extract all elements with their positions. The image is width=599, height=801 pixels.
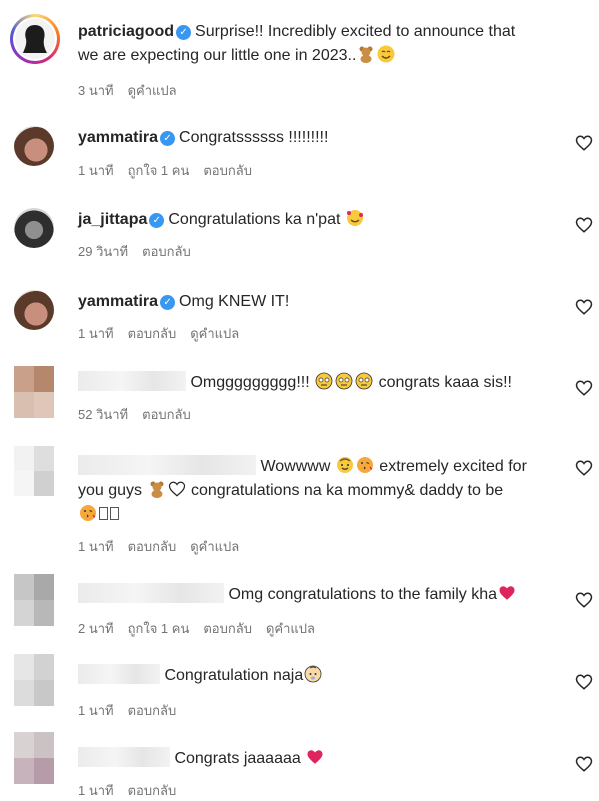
comment-time[interactable]: 2 นาที xyxy=(78,621,114,636)
teddy-bear-icon xyxy=(359,46,373,63)
comment-item: Wowwww extremely excited for you guys co… xyxy=(0,446,599,556)
caption-text-line2: we are expecting our little one in 2023.… xyxy=(78,47,357,64)
heart-icon[interactable] xyxy=(575,298,593,316)
heart-icon[interactable] xyxy=(575,134,593,152)
heart-icon[interactable] xyxy=(575,673,593,691)
avatar[interactable] xyxy=(14,208,54,248)
comment-username[interactable]: yammatira xyxy=(78,293,158,310)
smiling-face-with-hearts-icon xyxy=(346,210,363,226)
comment-text-line2: you guys xyxy=(78,482,143,499)
comment-item: Congratulation naja 1 นาที ตอบกลับ xyxy=(0,654,599,718)
avatar[interactable] xyxy=(14,574,54,626)
comment-item: ja_jittapa ✓ Congratulations ka n'pat 29 ว… xyxy=(0,204,599,264)
heart-icon[interactable] xyxy=(575,459,593,477)
verified-icon: ✓ xyxy=(160,131,176,146)
translate-link[interactable]: ดูคำแปล xyxy=(190,326,239,341)
comment-item: Congrats jaaaaaa 1 นาที ตอบกลับ xyxy=(0,732,599,800)
comment-item: Omggggggggg!!! congrats kaaa sis!! 52 วิ… xyxy=(0,366,599,426)
translate-link[interactable]: ดูคำแปล xyxy=(266,621,315,636)
flushed-face-icon xyxy=(355,372,373,390)
flushed-face-icon xyxy=(315,372,333,390)
likes-count[interactable]: ถูกใจ 1 คน xyxy=(128,621,190,636)
teddy-bear-icon xyxy=(150,481,163,498)
comment-text: Omg congratulations to the family kha xyxy=(228,586,498,603)
kissing-face-icon xyxy=(80,505,96,521)
heart-icon[interactable] xyxy=(575,591,593,609)
flushed-face-icon xyxy=(335,372,353,390)
avatar[interactable] xyxy=(14,366,54,418)
verified-icon: ✓ xyxy=(160,295,176,310)
likes-count[interactable]: ถูกใจ 1 คน xyxy=(128,163,190,178)
reply-button[interactable]: ตอบกลับ xyxy=(142,244,191,259)
blurred-username xyxy=(78,583,224,603)
comment-text: Omg KNEW IT! xyxy=(179,293,290,310)
translate-link[interactable]: ดูคำแปล xyxy=(128,83,177,98)
comment-username[interactable]: ja_jittapa xyxy=(78,211,147,228)
heart-icon[interactable] xyxy=(575,755,593,773)
comment-text: Congrats jaaaaaa xyxy=(174,750,301,767)
reply-button[interactable]: ตอบกลับ xyxy=(128,783,177,798)
caption-text: Surprise!! Incredibly excited to announc… xyxy=(195,23,516,40)
reply-button[interactable]: ตอบกลับ xyxy=(203,163,252,178)
comment-text: Wowwww xyxy=(260,458,331,475)
verified-icon: ✓ xyxy=(149,213,165,228)
caption-time[interactable]: 3 นาที xyxy=(78,83,114,98)
comment-item: Omg congratulations to the family kha 2 … xyxy=(0,574,599,636)
avatar[interactable] xyxy=(14,446,54,496)
comment-text-after: congrats kaaa sis!! xyxy=(378,374,512,391)
comment-item: yammatira ✓ Congratssssss !!!!!!!!! 1 นาที… xyxy=(0,122,599,182)
reply-button[interactable]: ตอบกลับ xyxy=(203,621,252,636)
story-ring[interactable] xyxy=(10,14,60,64)
missing-glyph-icon xyxy=(110,507,119,520)
heart-icon[interactable] xyxy=(575,216,593,234)
blurred-username xyxy=(78,664,160,684)
avatar[interactable] xyxy=(14,654,54,706)
caption: patriciagood ✓ Surprise!! Incredibly excit… xyxy=(0,0,599,100)
avatar[interactable] xyxy=(14,732,54,784)
heart-icon[interactable] xyxy=(575,379,593,397)
comment-time[interactable]: 1 นาที xyxy=(78,326,114,341)
reply-button[interactable]: ตอบกลับ xyxy=(128,326,177,341)
white-heart-icon xyxy=(168,481,185,497)
reply-button[interactable]: ตอบกลับ xyxy=(128,539,177,554)
baby-icon xyxy=(304,665,322,683)
comment-time[interactable]: 1 นาที xyxy=(78,783,114,798)
reply-button[interactable]: ตอบกลับ xyxy=(128,703,177,718)
red-heart-icon xyxy=(307,750,323,764)
kissing-face-icon xyxy=(356,457,373,473)
verified-icon: ✓ xyxy=(176,25,192,40)
comment-time[interactable]: 1 นาที xyxy=(78,539,114,554)
caption-username[interactable]: patriciagood xyxy=(78,23,174,40)
red-heart-icon xyxy=(499,586,515,600)
comment-text-after: extremely excited for xyxy=(379,458,527,475)
baby-face-icon xyxy=(336,457,353,473)
comment-text: Omggggggggg!!! xyxy=(190,374,310,391)
comment-username[interactable]: yammatira xyxy=(78,129,158,146)
avatar[interactable] xyxy=(14,290,54,330)
blurred-username xyxy=(78,371,186,391)
comment-time[interactable]: 1 นาที xyxy=(78,163,114,178)
missing-glyph-icon xyxy=(99,507,108,520)
comment-text: Congratssssss !!!!!!!!! xyxy=(179,129,329,146)
comment-time[interactable]: 29 วินาที xyxy=(78,244,128,259)
comment-time[interactable]: 1 นาที xyxy=(78,703,114,718)
smiling-face-icon xyxy=(377,45,395,63)
avatar[interactable] xyxy=(15,19,55,59)
comment-text: Congratulations ka n'pat xyxy=(168,211,341,228)
avatar[interactable] xyxy=(14,126,54,166)
blurred-username xyxy=(78,455,256,475)
reply-button[interactable]: ตอบกลับ xyxy=(142,407,191,422)
comment-text-line2b: congratulations na ka mommy& daddy to be xyxy=(190,482,504,499)
translate-link[interactable]: ดูคำแปล xyxy=(190,539,239,554)
comment-time[interactable]: 52 วินาที xyxy=(78,407,128,422)
comment-text: Congratulation naja xyxy=(164,667,304,684)
blurred-username xyxy=(78,747,170,767)
comment-item: yammatira ✓ Omg KNEW IT! 1 นาที ตอบกลับ ดูคำ… xyxy=(0,286,599,346)
